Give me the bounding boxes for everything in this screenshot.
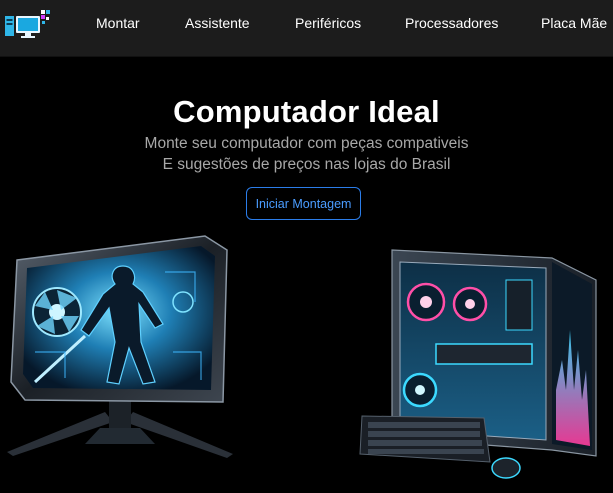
nav-item-perifericos[interactable]: Periféricos [295,15,361,31]
gaming-pc-illustration [359,249,597,479]
nav-item-placa-mae[interactable]: Placa Mãe [541,15,607,31]
hero-subtitle-line2: E sugestões de preços nas lojas do Brasi… [162,156,451,173]
hero-title: Computador Ideal [173,94,440,129]
gaming-monitor-illustration [7,235,233,458]
nav-item-montar[interactable]: Montar [96,15,140,31]
nav-item-processadores[interactable]: Processadores [405,15,498,31]
nav-item-assistente[interactable]: Assistente [185,15,250,31]
hero-subtitle-line1: Monte seu computador com peças compative… [144,135,469,152]
logo-icon[interactable] [3,7,51,41]
start-build-button[interactable]: Iniciar Montagem [246,187,361,220]
navbar: Montar Assistente Periféricos Processado… [0,0,613,57]
